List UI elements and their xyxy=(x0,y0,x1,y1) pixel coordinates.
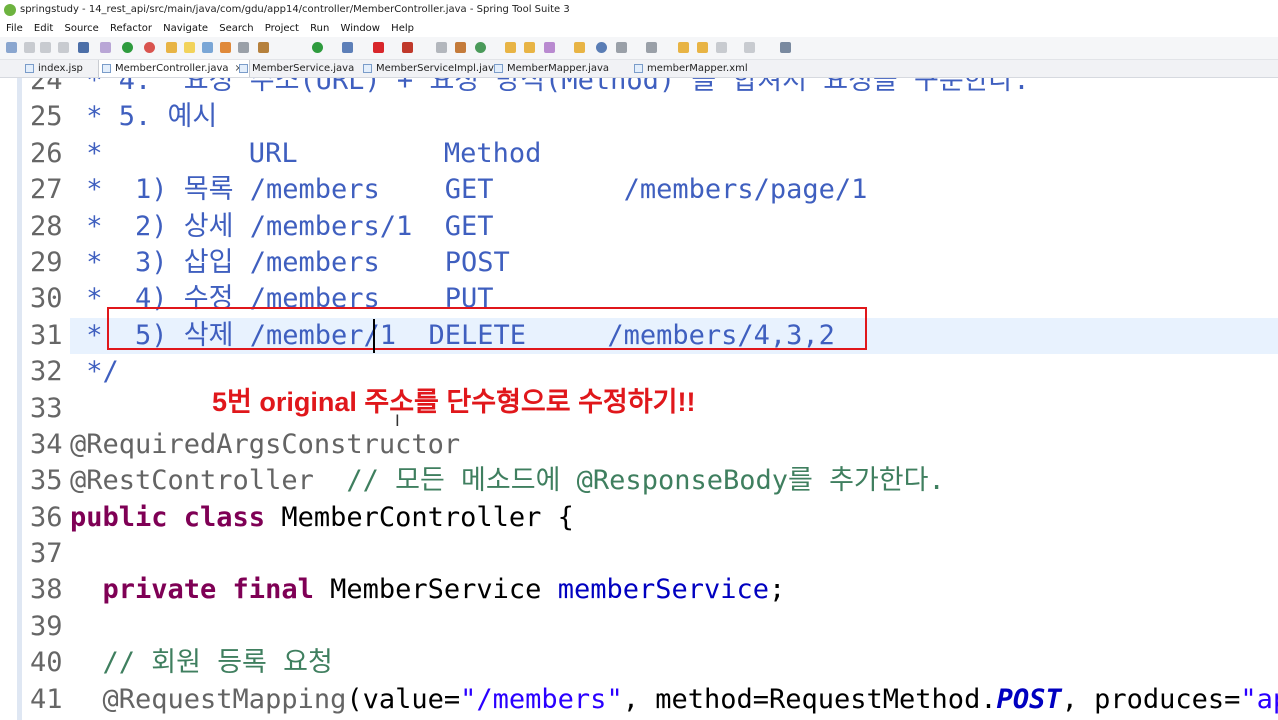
server-start-icon[interactable] xyxy=(122,42,133,53)
menu-navigate[interactable]: Navigate xyxy=(163,20,208,37)
menu-help[interactable]: Help xyxy=(391,20,414,37)
task-icon[interactable] xyxy=(202,42,213,53)
menu-project[interactable]: Project xyxy=(265,20,299,37)
tab-label: MemberMapper.java xyxy=(507,63,610,74)
code-line: 27 * 1) 목록 /members GET /members/page/1 xyxy=(30,174,868,206)
new-package-icon[interactable] xyxy=(436,42,447,53)
menu-source[interactable]: Source xyxy=(64,20,98,37)
last-edit-icon[interactable] xyxy=(678,42,689,53)
menu-bar: File Edit Source Refactor Navigate Searc… xyxy=(0,20,1278,37)
tab-label: MemberServiceImpl.java xyxy=(376,63,501,74)
menu-refactor[interactable]: Refactor xyxy=(110,20,152,37)
code-line: 34 @RequiredArgsConstructor xyxy=(30,428,461,460)
code-line: 29 * 3) 삽입 /members POST xyxy=(30,246,510,278)
tab-member-service-impl[interactable]: MemberServiceImpl.java xyxy=(360,60,500,77)
run-icon[interactable] xyxy=(312,42,323,53)
pin-editor-icon[interactable] xyxy=(780,42,791,53)
java-file-icon xyxy=(102,64,111,73)
edit-location-icon[interactable] xyxy=(697,42,708,53)
xml-file-icon xyxy=(634,64,643,73)
open-type-icon[interactable] xyxy=(166,42,177,53)
menu-window[interactable]: Window xyxy=(341,20,380,37)
code-line: 25 * 5. 예시 xyxy=(30,101,218,133)
save-all-icon[interactable] xyxy=(40,42,51,53)
window-title: springstudy - 14_rest_api/src/main/java/… xyxy=(20,4,570,15)
spring-logo-icon xyxy=(4,4,16,16)
prev-annotation-icon[interactable] xyxy=(646,42,657,53)
tab-member-controller[interactable]: MemberController.java× xyxy=(98,60,250,77)
code-line: 38 private final MemberService memberSer… xyxy=(30,574,786,606)
menu-search[interactable]: Search xyxy=(219,20,253,37)
code-line: 28 * 2) 상세 /members/1 GET xyxy=(30,210,494,242)
java-file-icon xyxy=(494,64,503,73)
code-line: 24 * 4. 요청 주소(URL) + 요청 방식(Method) 을 합쳐서… xyxy=(30,78,1030,96)
java-file-icon xyxy=(239,64,248,73)
back-icon[interactable] xyxy=(716,42,727,53)
tab-label: MemberController.java xyxy=(115,63,229,74)
annotation-note: 5번 original 주소를 단수형으로 수정하기!! xyxy=(212,387,696,417)
tab-member-mapper-xml[interactable]: memberMapper.xml xyxy=(631,60,748,77)
next-annotation-icon[interactable] xyxy=(616,42,627,53)
code-line: 39 xyxy=(30,610,63,642)
menu-edit[interactable]: Edit xyxy=(34,20,53,37)
new-class-icon[interactable] xyxy=(455,42,466,53)
boot-dashboard-icon[interactable] xyxy=(144,42,155,53)
tab-member-service[interactable]: MemberService.java xyxy=(236,60,354,77)
pen-icon[interactable] xyxy=(544,42,555,53)
highlight-icon[interactable] xyxy=(184,42,195,53)
editor-tab-bar: index.jsp MemberController.java× MemberS… xyxy=(0,60,1278,78)
terminal-icon[interactable] xyxy=(78,42,89,53)
save-icon[interactable] xyxy=(24,42,35,53)
code-editor[interactable]: 24 * 4. 요청 주소(URL) + 요청 방식(Method) 을 합쳐서… xyxy=(0,78,1278,720)
code-line: 37 xyxy=(30,538,63,570)
new-icon[interactable] xyxy=(6,42,17,53)
tab-label: index.jsp xyxy=(38,63,83,74)
menu-run[interactable]: Run xyxy=(310,20,329,37)
tab-member-mapper-java[interactable]: MemberMapper.java xyxy=(491,60,609,77)
annotation-icon[interactable] xyxy=(220,42,231,53)
code-line: 40 // 회원 등록 요청 xyxy=(30,647,333,679)
forward-icon[interactable] xyxy=(744,42,755,53)
debug-icon[interactable] xyxy=(100,42,111,53)
debug-bug-icon[interactable] xyxy=(258,42,269,53)
open-task-icon[interactable] xyxy=(524,42,535,53)
paragraph-icon[interactable] xyxy=(238,42,249,53)
code-line: 36 public class MemberController { xyxy=(30,501,574,533)
globe-icon[interactable] xyxy=(596,42,607,53)
open-folder-icon[interactable] xyxy=(505,42,516,53)
text-caret xyxy=(373,319,375,353)
search-folder-icon[interactable] xyxy=(574,42,585,53)
ibeam-cursor-icon: I xyxy=(395,411,400,430)
tab-label: memberMapper.xml xyxy=(647,63,748,74)
print-icon[interactable] xyxy=(58,42,69,53)
code-line: 26 * URL Method xyxy=(30,137,542,169)
new-web-icon[interactable] xyxy=(475,42,486,53)
tab-label: MemberService.java xyxy=(252,63,355,74)
deploy-icon[interactable] xyxy=(402,42,413,53)
tab-index-jsp[interactable]: index.jsp xyxy=(22,60,83,77)
window-titlebar: springstudy - 14_rest_api/src/main/java/… xyxy=(0,0,1278,20)
main-toolbar xyxy=(0,37,1278,60)
code-line: 41 @RequestMapping(value="/members", met… xyxy=(30,683,1278,715)
highlight-annotation-box xyxy=(107,307,867,350)
jsp-file-icon xyxy=(25,64,34,73)
stop-icon[interactable] xyxy=(373,42,384,53)
code-line: 35 @RestController // 모든 메소드에 @ResponseBo… xyxy=(30,465,945,497)
menu-file[interactable]: File xyxy=(6,20,23,37)
java-file-icon xyxy=(363,64,372,73)
external-tools-icon[interactable] xyxy=(342,42,353,53)
